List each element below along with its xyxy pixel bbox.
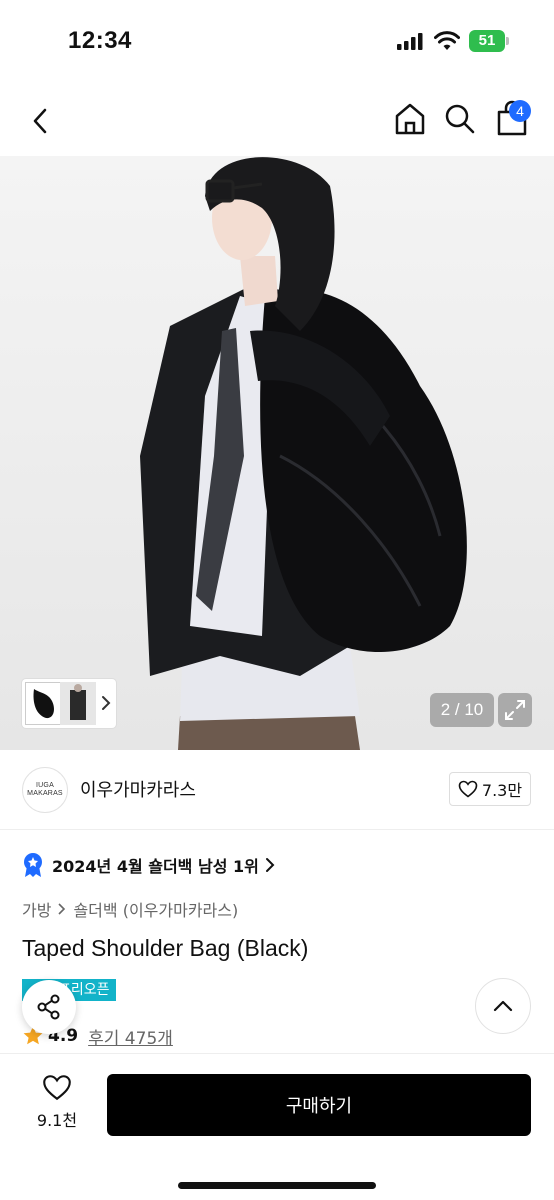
cart-badge: 4	[509, 100, 531, 122]
chevron-right-icon	[102, 696, 111, 710]
status-bar: 12:34 51	[0, 0, 554, 80]
scroll-top-button[interactable]	[475, 978, 531, 1034]
product-image-carousel[interactable]	[0, 156, 554, 750]
share-icon	[37, 994, 60, 1020]
chevron-right-icon	[265, 858, 275, 872]
bottom-action-bar: 9.1천 구매하기	[0, 1053, 554, 1200]
thumbnail-strip[interactable]	[22, 679, 116, 728]
battery-level: 51	[478, 32, 496, 49]
chevron-right-icon	[58, 903, 66, 915]
brand-like-count: 7.3만	[481, 781, 523, 800]
chevron-left-icon	[33, 108, 47, 134]
brand-logo[interactable]: IUGA MAKARAS	[22, 767, 68, 813]
status-time: 12:34	[68, 27, 132, 54]
battery-icon: 51	[469, 30, 509, 52]
home-indicator	[178, 1182, 376, 1189]
model-thumbnail-icon	[70, 684, 86, 720]
product-photo	[0, 156, 554, 750]
bag-thumbnail-icon	[33, 689, 54, 719]
top-nav	[0, 95, 554, 145]
brand-row[interactable]: IUGA MAKARAS 이우가마카라스 7.3만	[0, 750, 554, 830]
wifi-icon	[434, 31, 460, 50]
breadcrumb-item-subcategory[interactable]: 숄더백 (이우가마카라스)	[73, 897, 238, 921]
back-button[interactable]	[22, 101, 58, 141]
chevron-up-icon	[493, 1000, 513, 1012]
breadcrumb: 가방 숄더백 (이우가마카라스)	[22, 897, 238, 921]
product-title: Taped Shoulder Bag (Black)	[22, 935, 309, 961]
buy-button[interactable]: 구매하기	[107, 1074, 531, 1136]
cellular-signal-icon	[397, 33, 423, 50]
image-counter: 2 / 10	[430, 693, 494, 727]
expand-icon	[505, 700, 525, 720]
wishlist-button[interactable]: 9.1천	[22, 1074, 92, 1136]
breadcrumb-item-category[interactable]: 가방	[22, 897, 51, 921]
home-icon[interactable]	[390, 99, 430, 139]
ranking-text: 2024년 4월 숄더백 남성 1위	[52, 857, 259, 876]
expand-button[interactable]	[498, 693, 532, 727]
wishlist-count: 9.1천	[36, 1111, 78, 1130]
medal-icon	[24, 853, 42, 877]
share-button[interactable]	[22, 980, 76, 1034]
review-link[interactable]: 후기 475개	[88, 1024, 173, 1049]
brand-like-button[interactable]: 7.3만	[449, 772, 531, 806]
thumbnail-bag[interactable]	[25, 682, 61, 725]
thumbnail-model[interactable]	[60, 682, 96, 725]
heart-icon	[458, 780, 478, 798]
search-icon[interactable]	[440, 99, 480, 139]
brand-name[interactable]: 이우가마카라스	[80, 776, 196, 802]
ranking-badge[interactable]: 2024년 4월 숄더백 남성 1위	[22, 850, 275, 880]
heart-icon	[43, 1075, 71, 1101]
